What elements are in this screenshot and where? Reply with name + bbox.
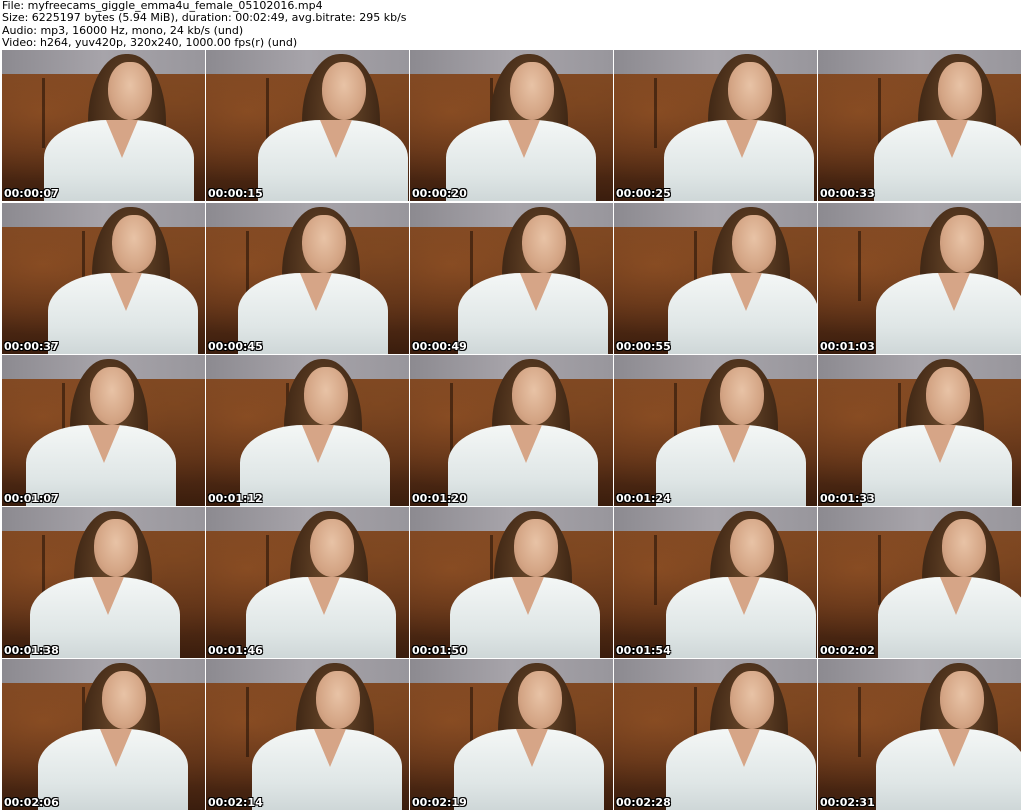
video-thumbnail: 00:02:06 [2,659,205,810]
video-thumbnail: 00:01:03 [818,203,1021,354]
video-thumbnail: 00:01:24 [614,355,817,506]
video-thumbnail: 00:01:12 [206,355,409,506]
timestamp-label: 00:00:33 [820,187,875,200]
timestamp-label: 00:02:31 [820,796,875,809]
file-size-line: Size: 6225197 bytes (5.94 MiB), duration… [2,11,407,25]
timestamp-label: 00:01:38 [4,644,59,657]
timestamp-label: 00:00:45 [208,340,263,353]
timestamp-label: 00:02:19 [412,796,467,809]
timestamp-label: 00:01:07 [4,492,59,505]
video-thumbnail: 00:01:20 [410,355,613,506]
video-thumbnail: 00:01:50 [410,507,613,658]
timestamp-label: 00:01:33 [820,492,875,505]
timestamp-label: 00:00:49 [412,340,467,353]
timestamp-label: 00:00:15 [208,187,263,200]
video-thumbnail: 00:00:37 [2,203,205,354]
timestamp-label: 00:00:55 [616,340,671,353]
video-thumbnail: 00:00:25 [614,50,817,201]
video-thumbnail: 00:02:19 [410,659,613,810]
video-thumbnail: 00:00:49 [410,203,613,354]
timestamp-label: 00:02:02 [820,644,875,657]
video-thumbnail: 00:01:46 [206,507,409,658]
video-thumbnail: 00:00:33 [818,50,1021,201]
timestamp-label: 00:00:20 [412,187,467,200]
video-info-line: Video: h264, yuv420p, 320x240, 1000.00 f… [2,35,298,49]
video-thumbnail: 00:01:33 [818,355,1021,506]
timestamp-label: 00:01:03 [820,340,875,353]
video-thumbnail: 00:02:28 [614,659,817,810]
video-thumbnail: 00:01:38 [2,507,205,658]
video-thumbnail: 00:00:15 [206,50,409,201]
timestamp-label: 00:02:28 [616,796,671,809]
timestamp-label: 00:01:20 [412,492,467,505]
timestamp-label: 00:01:46 [208,644,263,657]
file-info-header: File: myfreecams_giggle_emma4u_female_05… [2,0,407,49]
video-thumbnail: 00:00:45 [206,203,409,354]
timestamp-label: 00:01:54 [616,644,671,657]
video-thumbnail: 00:00:07 [2,50,205,201]
timestamp-label: 00:01:24 [616,492,671,505]
video-thumbnail: 00:02:14 [206,659,409,810]
video-thumbnail: 00:01:54 [614,507,817,658]
timestamp-label: 00:00:07 [4,187,59,200]
video-thumbnail: 00:02:31 [818,659,1021,810]
timestamp-label: 00:01:12 [208,492,263,505]
timestamp-label: 00:00:37 [4,340,59,353]
timestamp-label: 00:02:14 [208,796,263,809]
video-thumbnail: 00:01:07 [2,355,205,506]
timestamp-label: 00:02:06 [4,796,59,809]
video-thumbnail: 00:00:20 [410,50,613,201]
video-thumbnail: 00:02:02 [818,507,1021,658]
timestamp-label: 00:00:25 [616,187,671,200]
video-thumbnail: 00:00:55 [614,203,817,354]
timestamp-label: 00:01:50 [412,644,467,657]
